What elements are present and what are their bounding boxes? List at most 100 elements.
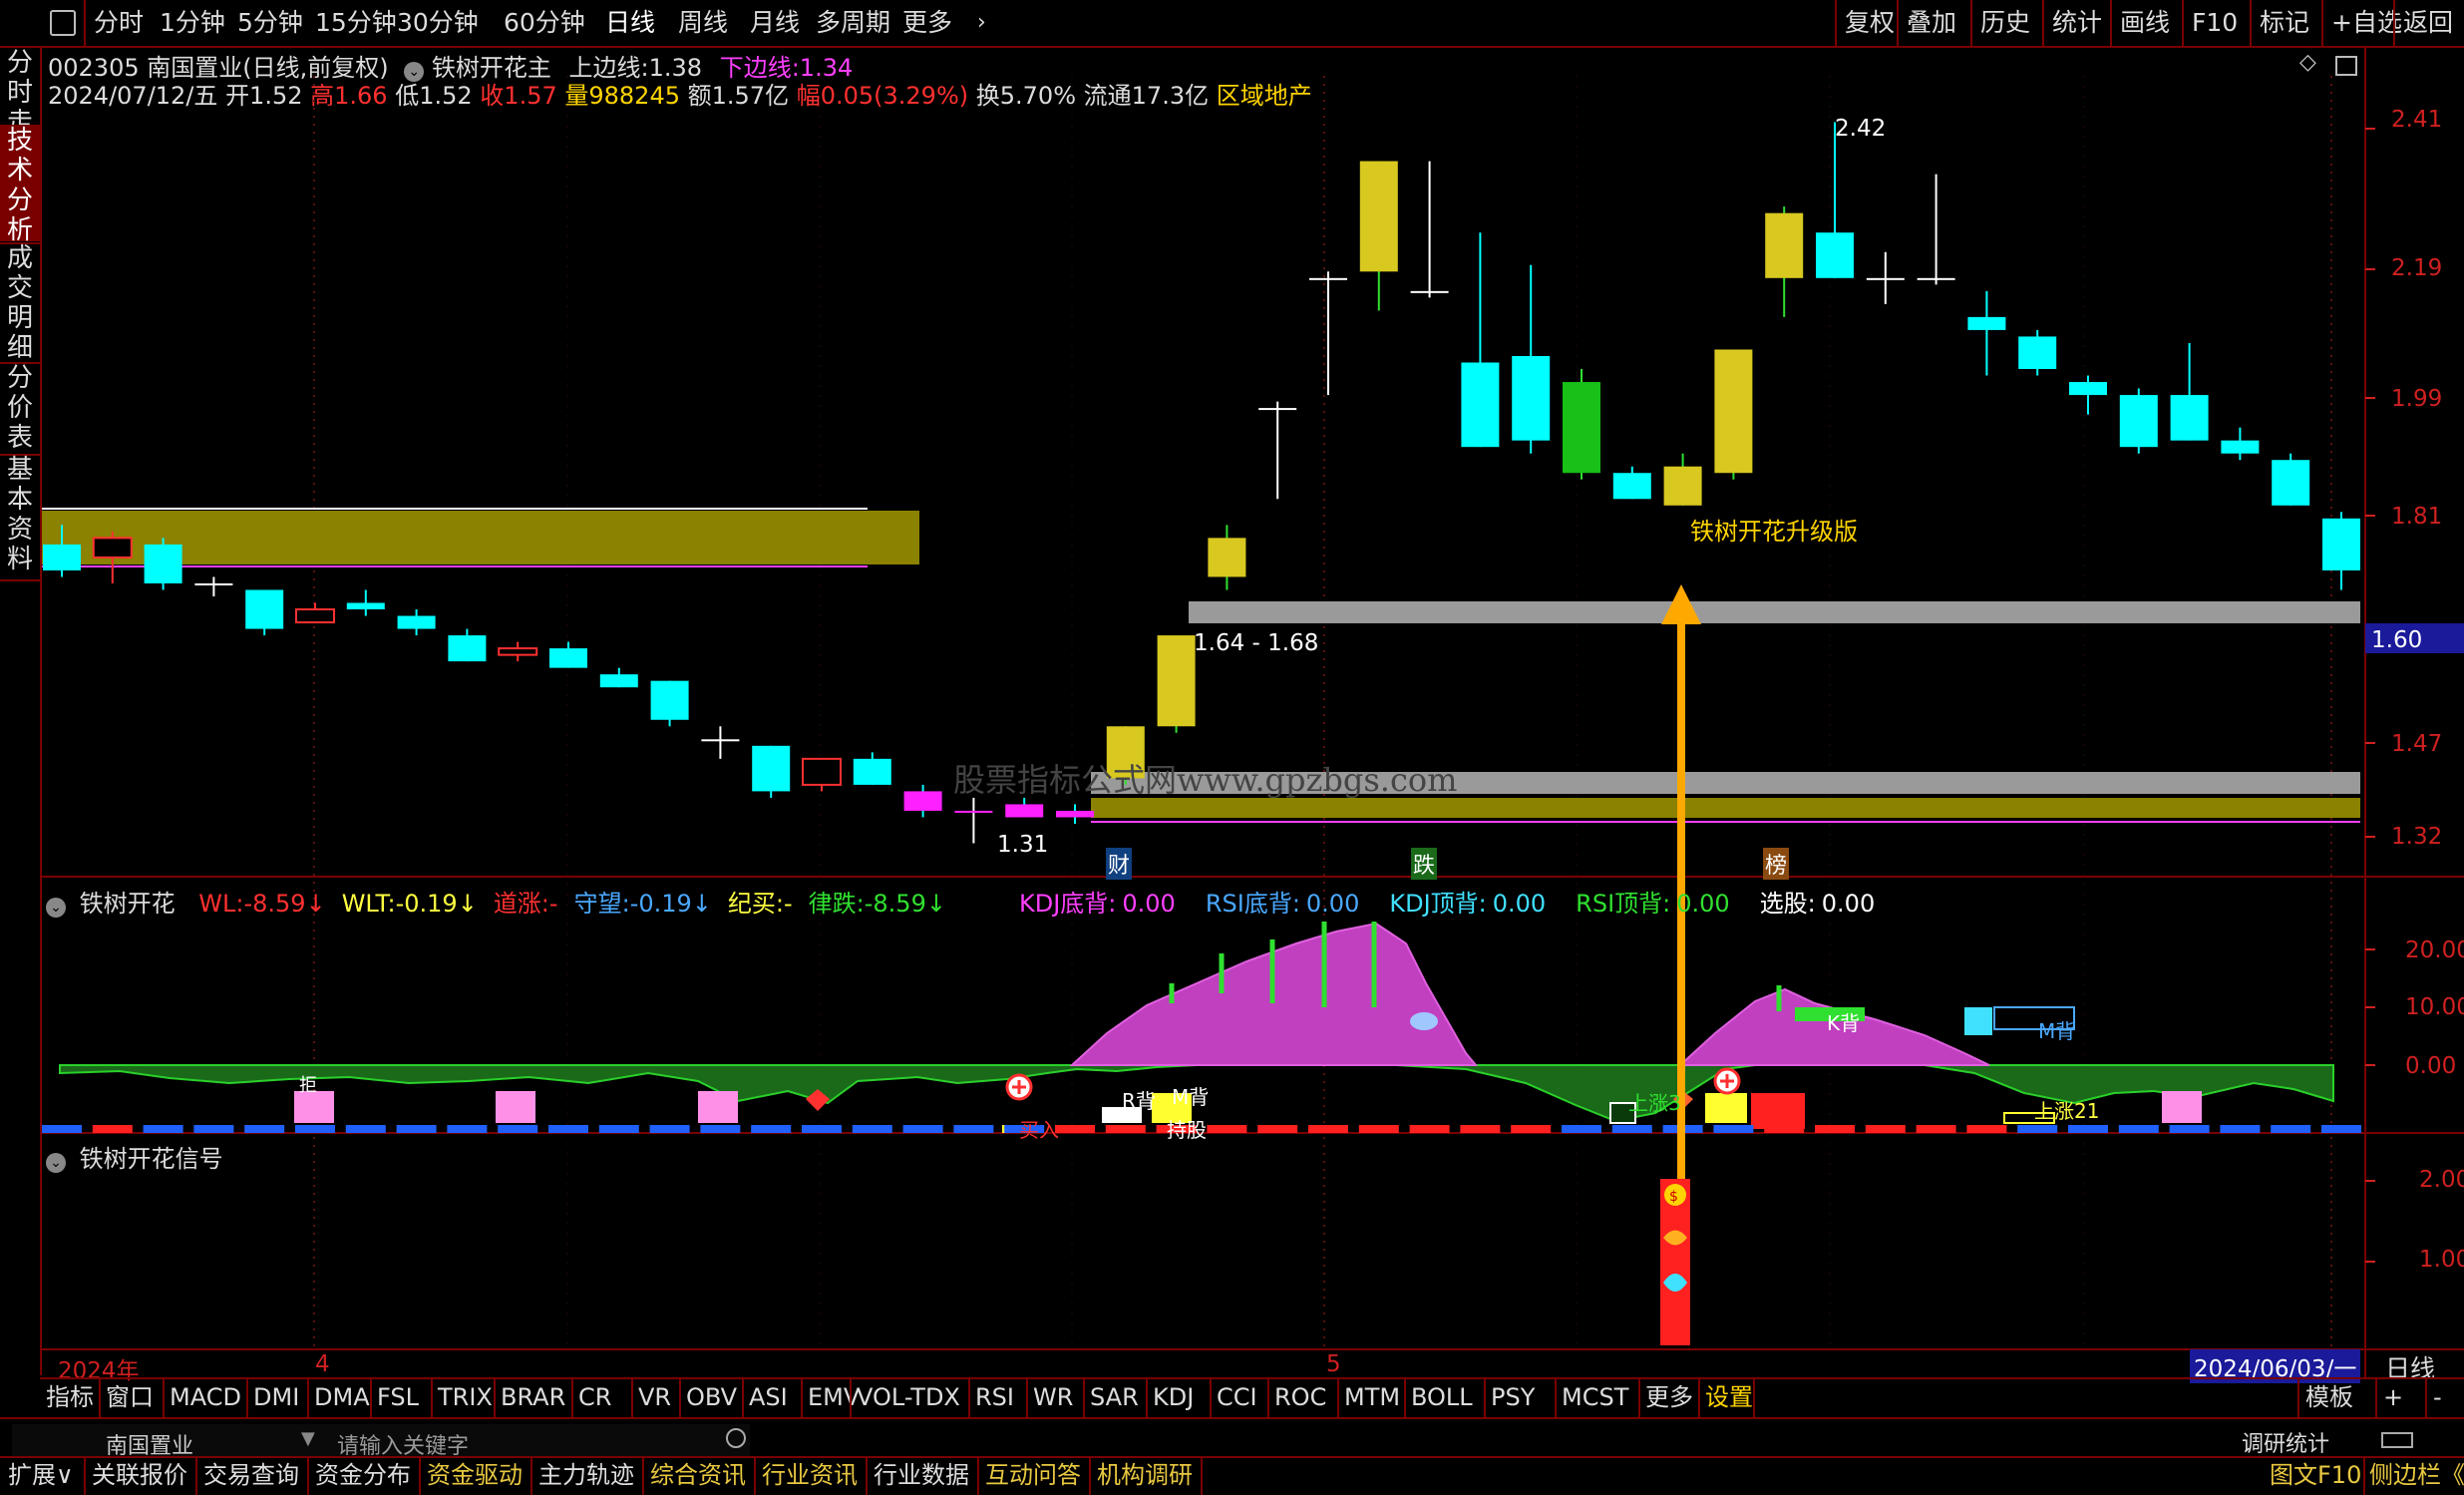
indicator-tab-0[interactable]: 指标 [46,1380,94,1414]
signal-strip-bar [1409,1125,1450,1133]
more-chevron-icon[interactable]: › [977,6,986,40]
candle-body [2018,336,2057,370]
top-toolbar: 分时 1分钟 5分钟 15分钟 30分钟 60分钟 日线 周线 月线 多周期 更多 › 复权 叠加 历史统… [0,0,2464,48]
indicator-tab-20[interactable]: MTM [1344,1380,1400,1414]
candle-body [448,635,487,662]
search-icon[interactable] [726,1428,746,1448]
search-dropdown-icon[interactable]: ▼ [301,1428,315,1449]
indicator-tab-9[interactable]: VR [638,1380,671,1414]
bottom-tab-9[interactable]: 互动问答 [985,1458,1081,1492]
bottom-tab-6[interactable]: 综合资讯 [650,1458,746,1492]
sub1-header: ⌄ 铁树开花 WL:-8.59↓ WLT:-0.19↓ 道涨:- 守望:-0.19↓ 纪… [46,884,946,919]
signal-strip-bar [1966,1125,2007,1133]
candle-body [1309,277,1347,280]
sub1-header-right: KDJ底背: 0.00 RSI底背: 0.00 KDJ顶背: 0.00 RSI顶背: 0.00… [1019,884,1875,919]
signal-strip-bar [1358,1125,1399,1133]
indicator-tab-1[interactable]: 窗口 [106,1380,154,1414]
period-tab-6[interactable]: 日线 [605,6,655,40]
candle-body [144,544,182,583]
candle-body [1967,316,2006,330]
indicator-tab-14[interactable]: RSI [975,1380,1014,1414]
indicator-tab-2[interactable]: MACD [170,1380,241,1414]
signal-strip-bar [1207,1125,1247,1133]
sub1-collapse-icon[interactable]: ⌄ [46,898,66,918]
bottom-right-btn-0[interactable]: 模板 [2305,1380,2353,1414]
indicator-tab-3[interactable]: DMI [253,1380,299,1414]
bottom-tab-0[interactable]: 扩展∨ [8,1458,74,1492]
indicator-tab-11[interactable]: ASI [749,1380,788,1414]
top-right-btn-8[interactable]: 返回 [2403,6,2453,40]
indicator-tab-17[interactable]: KDJ [1153,1380,1194,1414]
period-tab-3[interactable]: 15分钟 [315,6,397,40]
bottom-tab-3[interactable]: 资金分布 [315,1458,411,1492]
indicator-tab-18[interactable]: CCI [1217,1380,1257,1414]
top-right-btn-5[interactable]: F10 [2192,6,2238,40]
indicator-tab-21[interactable]: BOLL [1411,1380,1473,1414]
indicator-tab-10[interactable]: OBV [686,1380,737,1414]
top-right-btn-3[interactable]: 统计 [2052,6,2102,40]
indicator-tab-7[interactable]: BRAR [501,1380,565,1414]
candle-body [1056,810,1094,818]
signal-strip-bar [852,1125,892,1133]
period-tab-4[interactable]: 30分钟 [397,6,479,40]
period-tab-2[interactable]: 5分钟 [237,6,303,40]
top-right-btn-4[interactable]: 画线 [2120,6,2170,40]
period-tab-7[interactable]: 周线 [678,6,728,40]
indicator-tab-4[interactable]: DMA [314,1380,370,1414]
indicator-tab-6[interactable]: TRIX [438,1380,493,1414]
bottom-right-btn-2[interactable]: - [2433,1380,2442,1414]
panel-toggle-icon[interactable] [2381,1432,2413,1448]
signal-strip-bar [396,1125,437,1133]
candle-body [549,648,587,668]
sub1-item-label-5: 律跌: [808,890,865,918]
indicator-tab-24[interactable]: 更多 [1645,1380,1693,1414]
tag-bang: 榜 [1763,848,1790,880]
indicator-tab-22[interactable]: PSY [1491,1380,1535,1414]
top-right-btn-7[interactable]: +自选 [2331,6,2402,40]
period-tab-0[interactable]: 分时 [94,6,144,40]
indicator-tab-8[interactable]: CR [578,1380,611,1414]
candle-body [346,602,385,610]
research-stats-label[interactable]: 调研统计 [2242,1426,2329,1458]
period-tab-8[interactable]: 月线 [750,6,800,40]
indicator-tab-12[interactable]: EMV [808,1380,860,1414]
bottom-right-btn-1[interactable]: + [2383,1380,2403,1414]
indicator-tab-25[interactable]: 设置 [1705,1380,1753,1414]
period-tab-9[interactable]: 多周期 [816,6,890,40]
top-right-btn-6[interactable]: 标记 [2260,6,2309,40]
sub1-axis-label-2: 0.00 [2405,1053,2457,1079]
top-right-btn-2[interactable]: 历史 [1980,6,2030,40]
indicator-tab-5[interactable]: FSL [377,1380,419,1414]
indicator-tab-16[interactable]: SAR [1090,1380,1139,1414]
bottom-tab-7[interactable]: 行业资讯 [762,1458,858,1492]
sidebar-button[interactable]: 侧边栏《 [2369,1458,2464,1492]
signal-strip-bar [598,1125,639,1133]
indicator-tab-13[interactable]: VOL-TDX [857,1380,960,1414]
sub2-header: ⌄ 铁树开花信号 [46,1139,223,1174]
period-tab-10[interactable]: 更多 [902,6,952,40]
top-right-btn-0[interactable]: 复权 [1845,6,1895,40]
bottom-tab-4[interactable]: 资金驱动 [427,1458,523,1492]
bottom-tab-8[interactable]: 行业数据 [874,1458,969,1492]
signal-strip-bar [1713,1125,1754,1133]
lower-support-band [1091,798,2360,818]
candle-body [1765,212,1804,278]
window-menu-icon[interactable] [50,10,76,36]
signal-strip-bar [751,1125,792,1133]
period-tab-5[interactable]: 60分钟 [504,6,585,40]
indicator-tab-23[interactable]: MCST [1562,1380,1628,1414]
indicator-tab-15[interactable]: WR [1033,1380,1073,1414]
search-bar: 南国置业 ▼ 请输入关键字 [12,1424,750,1459]
bottom-tab-10[interactable]: 机构调研 [1097,1458,1193,1492]
top-right-btn-1[interactable]: 叠加 [1907,6,1956,40]
bottom-tab-5[interactable]: 主力轨迹 [538,1458,634,1492]
sub2-collapse-icon[interactable]: ⌄ [46,1153,66,1173]
kline-chart[interactable]: $ [0,46,2464,1377]
signal-strip-bar [498,1125,538,1133]
indicator-tab-19[interactable]: ROC [1274,1380,1326,1414]
f10-button[interactable]: 图文F10 [2270,1458,2361,1492]
bottom-tab-2[interactable]: 交易查询 [203,1458,299,1492]
candle-body [1612,473,1651,500]
period-tab-1[interactable]: 1分钟 [160,6,225,40]
bottom-tab-1[interactable]: 关联报价 [92,1458,187,1492]
